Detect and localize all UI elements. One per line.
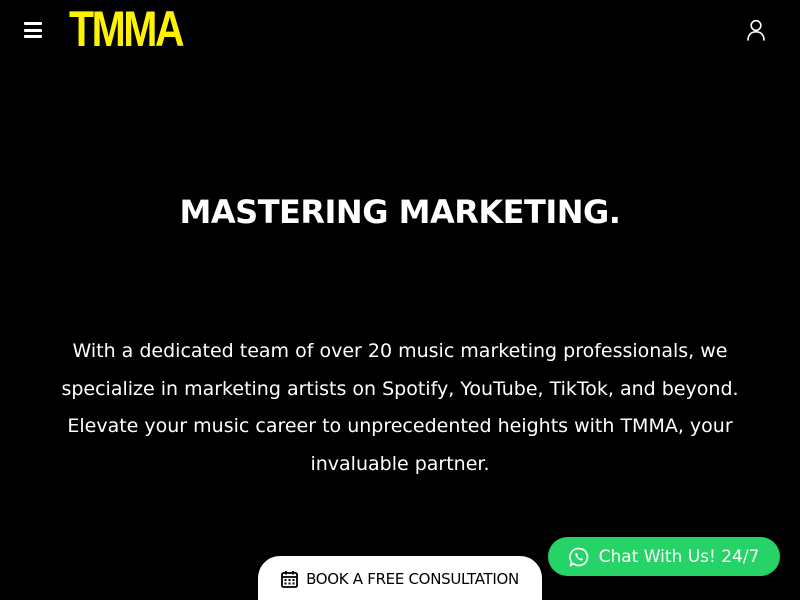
hero-headline: MASTERING MARKETING. xyxy=(179,193,621,231)
book-consultation-label: BOOK A FREE CONSULTATION xyxy=(306,569,519,588)
chat-whatsapp-button[interactable]: Chat With Us! 24/7 xyxy=(548,537,780,576)
hamburger-menu-icon[interactable] xyxy=(24,21,42,39)
book-consultation-button[interactable]: BOOK A FREE CONSULTATION xyxy=(258,556,542,600)
whatsapp-icon xyxy=(568,547,589,567)
chat-label: Chat With Us! 24/7 xyxy=(598,546,760,567)
calendar-icon xyxy=(281,570,298,588)
user-account-icon[interactable] xyxy=(745,19,767,41)
site-header: TMMA xyxy=(0,0,800,60)
hero-description: With a dedicated team of over 20 music m… xyxy=(61,340,739,475)
site-logo[interactable]: TMMA xyxy=(69,3,185,55)
